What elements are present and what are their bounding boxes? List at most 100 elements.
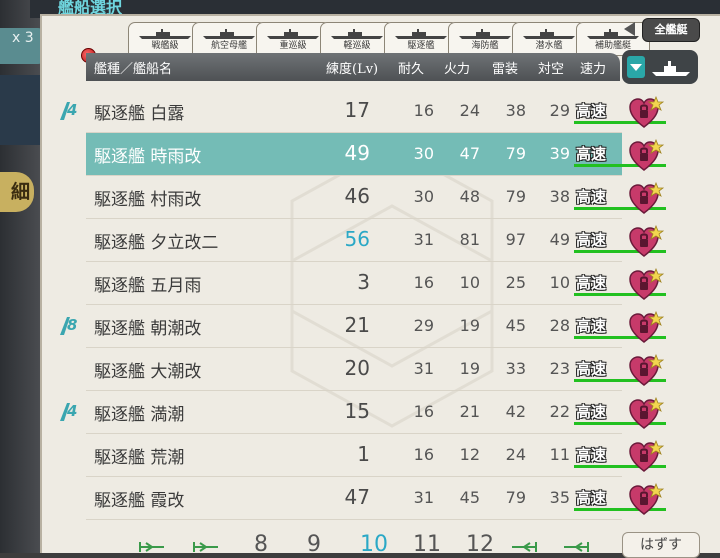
ship-name: 駆逐艦 白露 <box>94 104 185 124</box>
ship-level: 56 <box>344 227 370 251</box>
count-label: x 3 <box>12 30 34 46</box>
ship-row[interactable]: 駆逐艦 村雨改 46 30 48 79 38 高速 <box>86 176 666 219</box>
ship-name: 駆逐艦 夕立改二 <box>94 233 219 253</box>
last-page-icon[interactable] <box>562 538 590 552</box>
page-number[interactable]: 8 <box>254 532 268 557</box>
ship-row[interactable]: 駆逐艦 五月雨 3 16 10 25 10 高速 <box>86 262 666 305</box>
speed-label: 高速 <box>576 231 607 249</box>
col-torp[interactable]: 雷装 <box>492 58 518 77</box>
heart-lock-icon[interactable] <box>628 96 664 130</box>
ship-stat-fp: 21 <box>459 402 480 421</box>
speed-indicator: 高速 <box>574 229 666 253</box>
page-number[interactable]: 12 <box>466 532 494 557</box>
speed-indicator: 高速 <box>574 487 666 511</box>
ship-row[interactable]: 駆逐艦 時雨改 49 30 47 79 39 高速 <box>86 133 666 176</box>
speed-indicator: 高速 <box>574 358 666 382</box>
tab-ship-type[interactable]: 駆逐艦 <box>384 22 458 56</box>
tab-label: 軽巡級 <box>343 41 371 51</box>
ship-stat-hp: 29 <box>413 316 434 335</box>
ship-stat-aa: 23 <box>549 359 570 378</box>
tab-label: 駆逐艦 <box>407 41 435 51</box>
ship-portrait <box>0 75 40 145</box>
ship-stat-fp: 81 <box>459 230 480 249</box>
ship-silhouette-icon <box>523 29 575 39</box>
tab-ship-type[interactable]: 戦艦級 <box>128 22 202 56</box>
speed-indicator: 高速 <box>574 401 666 425</box>
ship-level: 21 <box>344 313 370 337</box>
speed-label: 高速 <box>576 188 607 206</box>
badge-number: 4 <box>67 101 78 119</box>
ship-row[interactable]: 駆逐艦 満潮 15 16 21 42 22 高速 <box>86 391 666 434</box>
heart-lock-icon[interactable] <box>628 354 664 388</box>
ship-stat-hp: 31 <box>413 230 434 249</box>
ship-stat-aa: 29 <box>549 101 570 120</box>
ship-stat-torp: 79 <box>505 187 526 206</box>
prev-page-icon[interactable] <box>192 538 220 552</box>
first-page-icon[interactable] <box>138 538 166 552</box>
heart-lock-icon[interactable] <box>628 139 664 173</box>
all-ships-button[interactable]: 全艦艇 <box>642 18 700 42</box>
ship-row[interactable]: 駆逐艦 朝潮改 21 29 19 45 28 高速 <box>86 305 666 348</box>
heart-lock-icon[interactable] <box>628 311 664 345</box>
ship-silhouette-icon <box>331 29 383 39</box>
col-speed[interactable]: 速力 <box>580 58 606 77</box>
ship-stat-fp: 48 <box>459 187 480 206</box>
ship-row[interactable]: 駆逐艦 大潮改 20 31 19 33 23 高速 <box>86 348 666 391</box>
page-number[interactable]: 11 <box>413 532 441 557</box>
heart-lock-icon[interactable] <box>628 182 664 216</box>
ship-silhouette-icon <box>652 61 690 76</box>
col-fp[interactable]: 火力 <box>444 58 470 77</box>
col-aa[interactable]: 対空 <box>538 58 564 77</box>
tab-ship-type[interactable]: 潜水艦 <box>512 22 586 56</box>
tab-ship-type[interactable]: 軽巡級 <box>320 22 394 56</box>
ship-stat-fp: 19 <box>459 359 480 378</box>
heart-lock-icon[interactable] <box>628 483 664 517</box>
ship-stat-hp: 31 <box>413 359 434 378</box>
speed-label: 高速 <box>576 403 607 421</box>
detail-button[interactable]: 細 <box>0 172 34 212</box>
ship-silhouette-icon <box>395 29 447 39</box>
ship-row[interactable]: 駆逐艦 荒潮 1 16 12 24 11 高速 <box>86 434 666 477</box>
page-number[interactable]: 9 <box>307 532 321 557</box>
ship-row[interactable]: 駆逐艦 夕立改二 56 31 81 97 49 高速 <box>86 219 666 262</box>
ship-level: 20 <box>344 356 370 380</box>
column-header: 艦種／艦船名 練度(Lv) 耐久 火力 雷装 対空 速力 <box>86 53 620 81</box>
ship-stat-aa: 28 <box>549 316 570 335</box>
ship-name: 駆逐艦 満潮 <box>94 405 185 425</box>
badge-number: 8 <box>67 316 78 334</box>
ship-stat-hp: 30 <box>413 187 434 206</box>
ship-row[interactable]: 駆逐艦 白露 17 16 24 38 29 高速 <box>86 90 666 133</box>
heart-lock-icon[interactable] <box>628 397 664 431</box>
col-name[interactable]: 艦種／艦船名 <box>94 58 172 77</box>
expedition-badge-icon: 4 <box>56 100 82 122</box>
ship-stat-torp: 79 <box>505 488 526 507</box>
ship-stat-fp: 24 <box>459 101 480 120</box>
page-number[interactable]: 10 <box>360 532 388 557</box>
speed-indicator: 高速 <box>574 444 666 468</box>
heart-lock-icon[interactable] <box>628 268 664 302</box>
sort-dropdown-icon[interactable] <box>627 56 645 78</box>
pager: 8 9 10 11 12 <box>130 530 620 557</box>
ship-name: 駆逐艦 荒潮 <box>94 448 185 468</box>
ship-row[interactable]: 駆逐艦 霞改 47 31 45 79 35 高速 <box>86 477 666 520</box>
ship-level: 47 <box>344 485 370 509</box>
speed-label: 高速 <box>576 274 607 292</box>
tab-scroll-left-icon[interactable] <box>624 22 635 36</box>
ship-name: 駆逐艦 五月雨 <box>94 276 202 296</box>
col-hp[interactable]: 耐久 <box>398 58 424 77</box>
ship-stat-aa: 11 <box>549 445 570 464</box>
ship-stat-torp: 42 <box>505 402 526 421</box>
col-lv[interactable]: 練度(Lv) <box>326 58 378 77</box>
tab-ship-type[interactable]: 航空母艦 <box>192 22 266 56</box>
ship-stat-aa: 39 <box>549 144 570 163</box>
speed-label: 高速 <box>576 446 607 464</box>
remove-button[interactable]: はずす <box>622 532 700 558</box>
ship-silhouette-icon <box>139 29 191 39</box>
next-page-icon[interactable] <box>510 538 538 552</box>
tab-ship-type[interactable]: 海防艦 <box>448 22 522 56</box>
ship-stat-hp: 31 <box>413 488 434 507</box>
ship-silhouette-icon <box>203 29 255 39</box>
tab-ship-type[interactable]: 重巡級 <box>256 22 330 56</box>
heart-lock-icon[interactable] <box>628 225 664 259</box>
heart-lock-icon[interactable] <box>628 440 664 474</box>
